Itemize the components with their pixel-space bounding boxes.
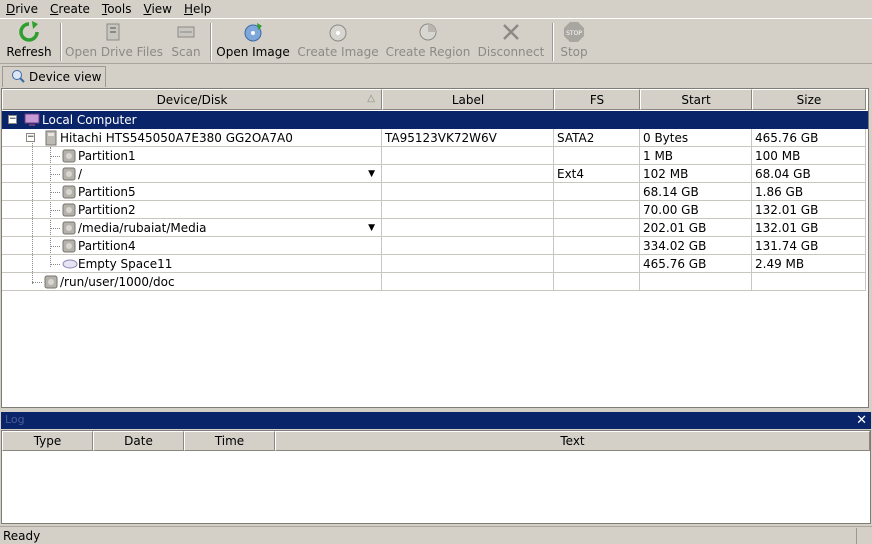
- partition-icon: [44, 275, 58, 290]
- log-title: Log: [5, 413, 25, 426]
- stop-button[interactable]: STOP Stop: [558, 21, 590, 63]
- stop-icon-text: STOP: [566, 30, 582, 37]
- column-header-start[interactable]: Start: [640, 89, 752, 110]
- create-image-icon: [327, 21, 349, 43]
- log-column-text[interactable]: Text: [275, 431, 870, 451]
- disconnect-icon: [500, 21, 522, 43]
- menu-create[interactable]: Create: [44, 1, 96, 18]
- partition-icon: [62, 221, 76, 236]
- close-icon[interactable]: ✕: [856, 412, 867, 429]
- open-image-button[interactable]: Open Image: [216, 21, 290, 63]
- tree-row-mount[interactable]: /run/user/1000/doc: [2, 273, 868, 291]
- tree-row-partition[interactable]: Partition2 70.00 GB 132.01 GB: [2, 201, 868, 219]
- tree-row-partition[interactable]: Partition4 334.02 GB 131.74 GB: [2, 237, 868, 255]
- scan-button[interactable]: Scan: [170, 21, 202, 63]
- partition-icon: [62, 203, 76, 218]
- column-header-size[interactable]: Size: [752, 89, 866, 110]
- tree-connector: [32, 282, 42, 283]
- toolbar-separator: [60, 23, 62, 61]
- tree-connector: [50, 246, 60, 247]
- refresh-icon: [18, 21, 40, 43]
- device-view-icon: [11, 69, 25, 86]
- create-region-button[interactable]: Create Region: [386, 21, 470, 63]
- log-column-time[interactable]: Time: [184, 431, 275, 451]
- menu-drive[interactable]: Drive: [0, 1, 44, 18]
- menu-help[interactable]: Help: [178, 1, 217, 18]
- menu-view[interactable]: View: [137, 1, 177, 18]
- create-image-button[interactable]: Create Image: [297, 21, 379, 63]
- partition-icon: [62, 185, 76, 200]
- collapse-toggle[interactable]: −: [8, 115, 17, 124]
- device-tree: Device/Disk △ Label FS Start Size − Loca…: [1, 88, 869, 408]
- open-image-icon: [242, 21, 264, 43]
- tree-row-partition[interactable]: /media/rubaiat/Media ▼ 202.01 GB 132.01 GB: [2, 219, 868, 237]
- empty-space-icon: [62, 257, 78, 272]
- tree-connector: [50, 228, 60, 229]
- tree-connector: [50, 210, 60, 211]
- tree-connector: [50, 156, 60, 157]
- tab-device-view[interactable]: Device view: [2, 66, 106, 87]
- hard-disk-icon: [44, 130, 58, 146]
- log-title-bar: Log ✕: [1, 412, 871, 429]
- create-region-icon: [417, 21, 439, 43]
- tab-strip: Device view: [0, 65, 872, 87]
- computer-icon: [24, 112, 40, 128]
- status-bar: Ready: [0, 526, 872, 544]
- tree-row-partition[interactable]: Empty Space11 465.76 GB 2.49 MB: [2, 255, 868, 273]
- dropdown-arrow-icon[interactable]: ▼: [368, 165, 375, 182]
- tree-connector: [50, 174, 60, 175]
- column-header-device-disk[interactable]: Device/Disk △: [2, 89, 382, 110]
- collapse-toggle[interactable]: −: [26, 133, 35, 142]
- tree-row-local-computer[interactable]: − Local Computer: [2, 111, 868, 129]
- sort-indicator-icon: △: [367, 93, 375, 104]
- resize-grip[interactable]: [856, 528, 872, 544]
- tree-row-partition[interactable]: / ▼ Ext4 102 MB 68.04 GB: [2, 165, 868, 183]
- partition-icon: [62, 167, 76, 182]
- dropdown-arrow-icon[interactable]: ▼: [368, 219, 375, 236]
- tree-row-disk[interactable]: − Hitachi HTS545050A7E380 GG2OA7A0 TA951…: [2, 129, 868, 147]
- tree-connector: [50, 264, 60, 265]
- toolbar: Refresh Open Drive Files Scan Open Image…: [0, 18, 872, 64]
- disconnect-button[interactable]: Disconnect: [478, 21, 544, 63]
- log-table: Type Date Time Text: [1, 430, 871, 524]
- refresh-button[interactable]: Refresh: [6, 21, 52, 63]
- status-text: Ready: [3, 529, 41, 543]
- toolbar-separator: [552, 23, 554, 61]
- tree-connector: [50, 192, 60, 193]
- column-header-label[interactable]: Label: [382, 89, 554, 110]
- tree-row-partition[interactable]: Partition5 68.14 GB 1.86 GB: [2, 183, 868, 201]
- drive-files-icon: [103, 21, 125, 43]
- partition-icon: [62, 239, 76, 254]
- tree-row-partition[interactable]: Partition1 1 MB 100 MB: [2, 147, 868, 165]
- stop-icon: STOP: [563, 21, 585, 43]
- menu-tools[interactable]: Tools: [96, 1, 138, 18]
- log-column-type[interactable]: Type: [2, 431, 93, 451]
- column-header-fs[interactable]: FS: [554, 89, 640, 110]
- scan-icon: [175, 21, 197, 43]
- partition-icon: [62, 149, 76, 164]
- log-column-date[interactable]: Date: [93, 431, 184, 451]
- menu-bar: Drive Create Tools View Help: [0, 0, 872, 18]
- open-drive-files-button[interactable]: Open Drive Files: [65, 21, 163, 63]
- toolbar-separator: [210, 23, 212, 61]
